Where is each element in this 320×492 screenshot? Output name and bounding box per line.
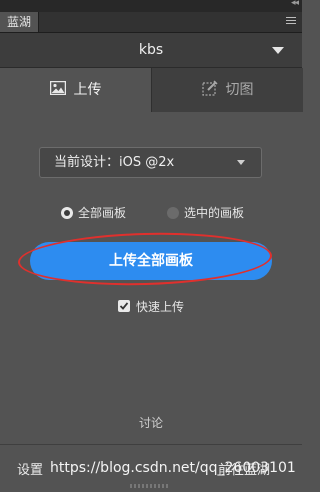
chevron-down-icon [237, 160, 245, 165]
image-icon [49, 80, 66, 96]
tab-slice-label: 切图 [225, 82, 254, 98]
hamburger-icon[interactable] [286, 17, 296, 26]
quick-upload-label: 快速上传 [136, 300, 185, 314]
design-select[interactable]: 当前设计：iOS @2x [39, 147, 262, 178]
watermark-text: https://blog.csdn.net/qq_26003101 [50, 460, 296, 476]
panel-tab-row: 蓝湖 [0, 12, 302, 33]
radio-on-icon[interactable] [61, 207, 73, 219]
settings-link[interactable]: 设置 [17, 459, 43, 478]
tab-upload-label: 上传 [73, 82, 102, 98]
project-name: kbs [138, 42, 164, 58]
discuss-link[interactable]: 讨论 [0, 414, 302, 431]
panel-tab-lanhu[interactable]: 蓝湖 [0, 12, 39, 32]
checkbox-checked-icon[interactable] [118, 300, 130, 312]
tab-slice[interactable]: 切图 [151, 68, 303, 112]
design-select-value: 当前设计：iOS @2x [54, 155, 175, 170]
project-selector[interactable]: kbs [0, 33, 302, 68]
double-arrow-icon[interactable]: ◂◂ [291, 0, 299, 8]
tab-upload[interactable]: 上传 [0, 68, 151, 112]
panel-titlebar: ◂◂ [0, 0, 302, 12]
radio-off-icon[interactable] [167, 207, 179, 219]
radio-all-label: 全部画板 [78, 206, 127, 220]
slice-icon [201, 80, 218, 96]
radio-selected-label: 选中的画板 [184, 206, 245, 220]
mode-tabs: 上传 切图 [0, 68, 303, 112]
chevron-down-icon [272, 47, 284, 54]
resize-grip-icon[interactable] [130, 484, 170, 488]
